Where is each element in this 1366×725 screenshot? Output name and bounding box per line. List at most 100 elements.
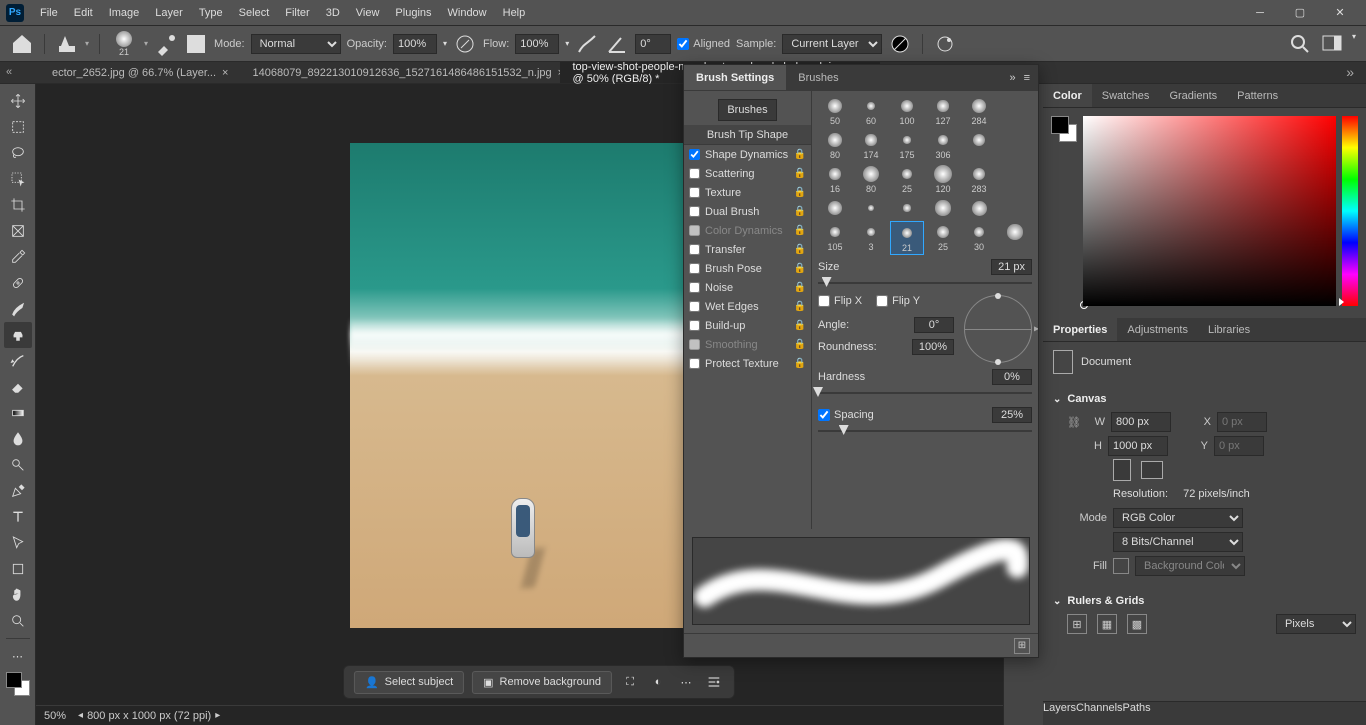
flip-x-checkbox[interactable]: [818, 295, 830, 307]
brush-tip[interactable]: 306: [926, 129, 960, 161]
brush-option-checkbox[interactable]: [689, 187, 700, 198]
type-tool[interactable]: [4, 504, 32, 530]
tab-properties[interactable]: Properties: [1043, 318, 1117, 341]
menu-3d[interactable]: 3D: [318, 0, 348, 26]
orientation-landscape-icon[interactable]: [1141, 461, 1163, 479]
opacity-input[interactable]: [393, 34, 437, 54]
marquee-tool[interactable]: [4, 114, 32, 140]
brush-tip[interactable]: [998, 129, 1032, 161]
tab-overflow-right-icon[interactable]: »: [1346, 64, 1354, 80]
new-preset-icon[interactable]: ⊞: [1014, 638, 1030, 654]
lasso-tool[interactable]: [4, 140, 32, 166]
brush-tip[interactable]: [818, 197, 852, 219]
brush-tip[interactable]: [998, 95, 1032, 127]
brush-preview[interactable]: 21: [110, 30, 138, 58]
pressure-opacity-icon[interactable]: [453, 32, 477, 56]
color-mode-select[interactable]: RGB Color: [1113, 508, 1243, 528]
panel-menu-icon[interactable]: ≡: [1024, 72, 1030, 84]
close-icon[interactable]: ×: [222, 67, 228, 79]
brush-tip[interactable]: [962, 129, 996, 161]
brush-tip[interactable]: 25: [890, 163, 924, 195]
pen-tool[interactable]: [4, 478, 32, 504]
tab-brush-settings[interactable]: Brush Settings: [684, 65, 786, 90]
brush-option-checkbox[interactable]: [689, 149, 700, 160]
menu-filter[interactable]: Filter: [277, 0, 317, 26]
maximize-button[interactable]: ▢: [1280, 0, 1320, 26]
hue-slider[interactable]: [1342, 116, 1358, 306]
brush-tip[interactable]: 120: [926, 163, 960, 195]
pressure-size-icon[interactable]: [933, 32, 957, 56]
brush-tip[interactable]: 174: [854, 129, 888, 161]
brush-option-wet-edges[interactable]: Wet Edges🔒: [684, 297, 811, 316]
properties-icon[interactable]: [704, 672, 724, 692]
brush-tip[interactable]: [998, 221, 1032, 255]
tab-channels[interactable]: Channels: [1076, 702, 1122, 725]
brush-tool[interactable]: [4, 296, 32, 322]
transform-icon[interactable]: ⛶: [620, 672, 640, 692]
lock-icon[interactable]: 🔒: [794, 358, 806, 369]
menu-file[interactable]: File: [32, 0, 66, 26]
document-canvas[interactable]: [350, 143, 696, 628]
search-icon[interactable]: [1288, 32, 1312, 56]
brush-tip[interactable]: 283: [962, 163, 996, 195]
brush-tip[interactable]: 175: [890, 129, 924, 161]
tab-layers[interactable]: Layers: [1043, 702, 1076, 725]
fg-bg-swatch[interactable]: [1051, 116, 1077, 142]
menu-plugins[interactable]: Plugins: [387, 0, 439, 26]
lock-icon[interactable]: 🔒: [794, 339, 806, 350]
fill-select[interactable]: Background Color: [1135, 556, 1245, 576]
lock-icon[interactable]: 🔒: [794, 168, 806, 179]
history-brush-tool[interactable]: [4, 348, 32, 374]
brush-tip[interactable]: 127: [926, 95, 960, 127]
select-subject-button[interactable]: 👤Select subject: [354, 671, 464, 694]
grid-icon[interactable]: ▦: [1097, 614, 1117, 634]
brush-tip[interactable]: 30: [962, 221, 996, 255]
lock-icon[interactable]: 🔒: [794, 282, 806, 293]
brush-tip[interactable]: 80: [818, 129, 852, 161]
tab-color[interactable]: Color: [1043, 84, 1092, 107]
airbrush-icon[interactable]: [575, 32, 599, 56]
zoom-tool[interactable]: [4, 608, 32, 634]
brush-tip[interactable]: [890, 197, 924, 219]
ignore-adjustment-icon[interactable]: [888, 32, 912, 56]
spacing-slider[interactable]: [818, 425, 1032, 437]
brush-tip[interactable]: 25: [926, 221, 960, 255]
sample-select[interactable]: Current Layer: [782, 34, 882, 54]
brush-settings-toggle-icon[interactable]: [154, 32, 178, 56]
collapse-icon[interactable]: »: [1009, 72, 1015, 84]
brush-tip[interactable]: [962, 197, 996, 219]
menu-image[interactable]: Image: [101, 0, 148, 26]
tab-libraries[interactable]: Libraries: [1198, 318, 1260, 341]
object-select-tool[interactable]: [4, 166, 32, 192]
rulers-icon[interactable]: ⊞: [1067, 614, 1087, 634]
angle-wheel[interactable]: ▸: [964, 295, 1032, 363]
mode-select[interactable]: Normal: [251, 34, 341, 54]
menu-window[interactable]: Window: [440, 0, 495, 26]
home-icon[interactable]: [10, 32, 34, 56]
remove-background-button[interactable]: ▣Remove background: [472, 671, 612, 694]
tab-swatches[interactable]: Swatches: [1092, 84, 1160, 107]
tool-preset-icon[interactable]: [55, 32, 79, 56]
brush-option-checkbox[interactable]: [689, 320, 700, 331]
document-tab[interactable]: 14068079_892213010912636_152716148648615…: [240, 62, 560, 83]
units-select[interactable]: Pixels: [1276, 614, 1356, 634]
menu-layer[interactable]: Layer: [147, 0, 191, 26]
size-slider[interactable]: [818, 277, 1032, 289]
more-icon[interactable]: ⋯: [676, 672, 696, 692]
brush-option-checkbox[interactable]: [689, 282, 700, 293]
brush-option-build-up[interactable]: Build-up🔒: [684, 316, 811, 335]
brush-tip[interactable]: 100: [890, 95, 924, 127]
tab-brushes[interactable]: Brushes: [786, 65, 850, 90]
brush-tip[interactable]: 16: [818, 163, 852, 195]
path-select-tool[interactable]: [4, 530, 32, 556]
hand-tool[interactable]: [4, 582, 32, 608]
brush-option-brush-pose[interactable]: Brush Pose🔒: [684, 259, 811, 278]
canvas-h-input[interactable]: [1108, 436, 1168, 456]
brush-option-dual-brush[interactable]: Dual Brush🔒: [684, 202, 811, 221]
dodge-tool[interactable]: [4, 452, 32, 478]
brush-option-checkbox[interactable]: [689, 206, 700, 217]
angle-value[interactable]: 0°: [914, 317, 954, 333]
shape-tool[interactable]: [4, 556, 32, 582]
brush-option-scattering[interactable]: Scattering🔒: [684, 164, 811, 183]
brushes-button[interactable]: Brushes: [718, 99, 776, 121]
